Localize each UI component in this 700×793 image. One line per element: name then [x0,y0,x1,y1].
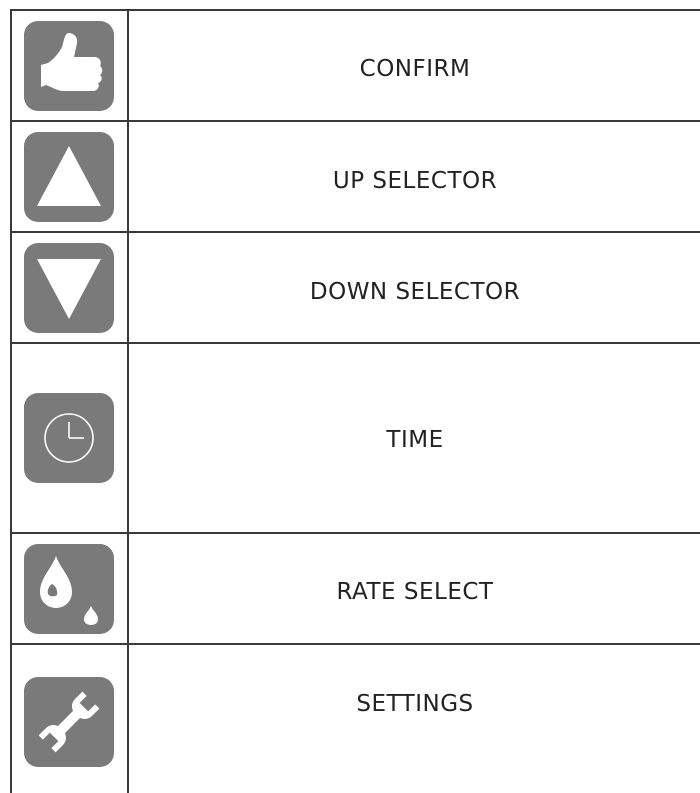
drops-icon [24,544,114,634]
table-left-border [10,10,12,793]
row-label: CONFIRM [359,56,471,82]
thumbs-up-icon [24,21,114,111]
row-label: DOWN SELECTOR [309,279,521,305]
row-divider [10,231,700,233]
down-triangle-icon [24,243,114,333]
row-label: TIME [386,427,444,453]
up-triangle-icon [24,132,114,222]
clock-icon [24,393,114,483]
legend-table: CONFIRM UP SELECTOR DOWN SELECTOR TIME R… [0,0,700,793]
table-top-border [10,9,700,11]
row-label: SETTINGS [356,691,474,717]
wrench-icon [24,677,114,767]
table-column-divider [127,10,129,793]
row-divider [10,643,700,645]
row-divider [10,342,700,344]
row-label: RATE SELECT [336,579,494,605]
row-divider [10,532,700,534]
row-divider [10,120,700,122]
row-label: UP SELECTOR [332,168,498,194]
